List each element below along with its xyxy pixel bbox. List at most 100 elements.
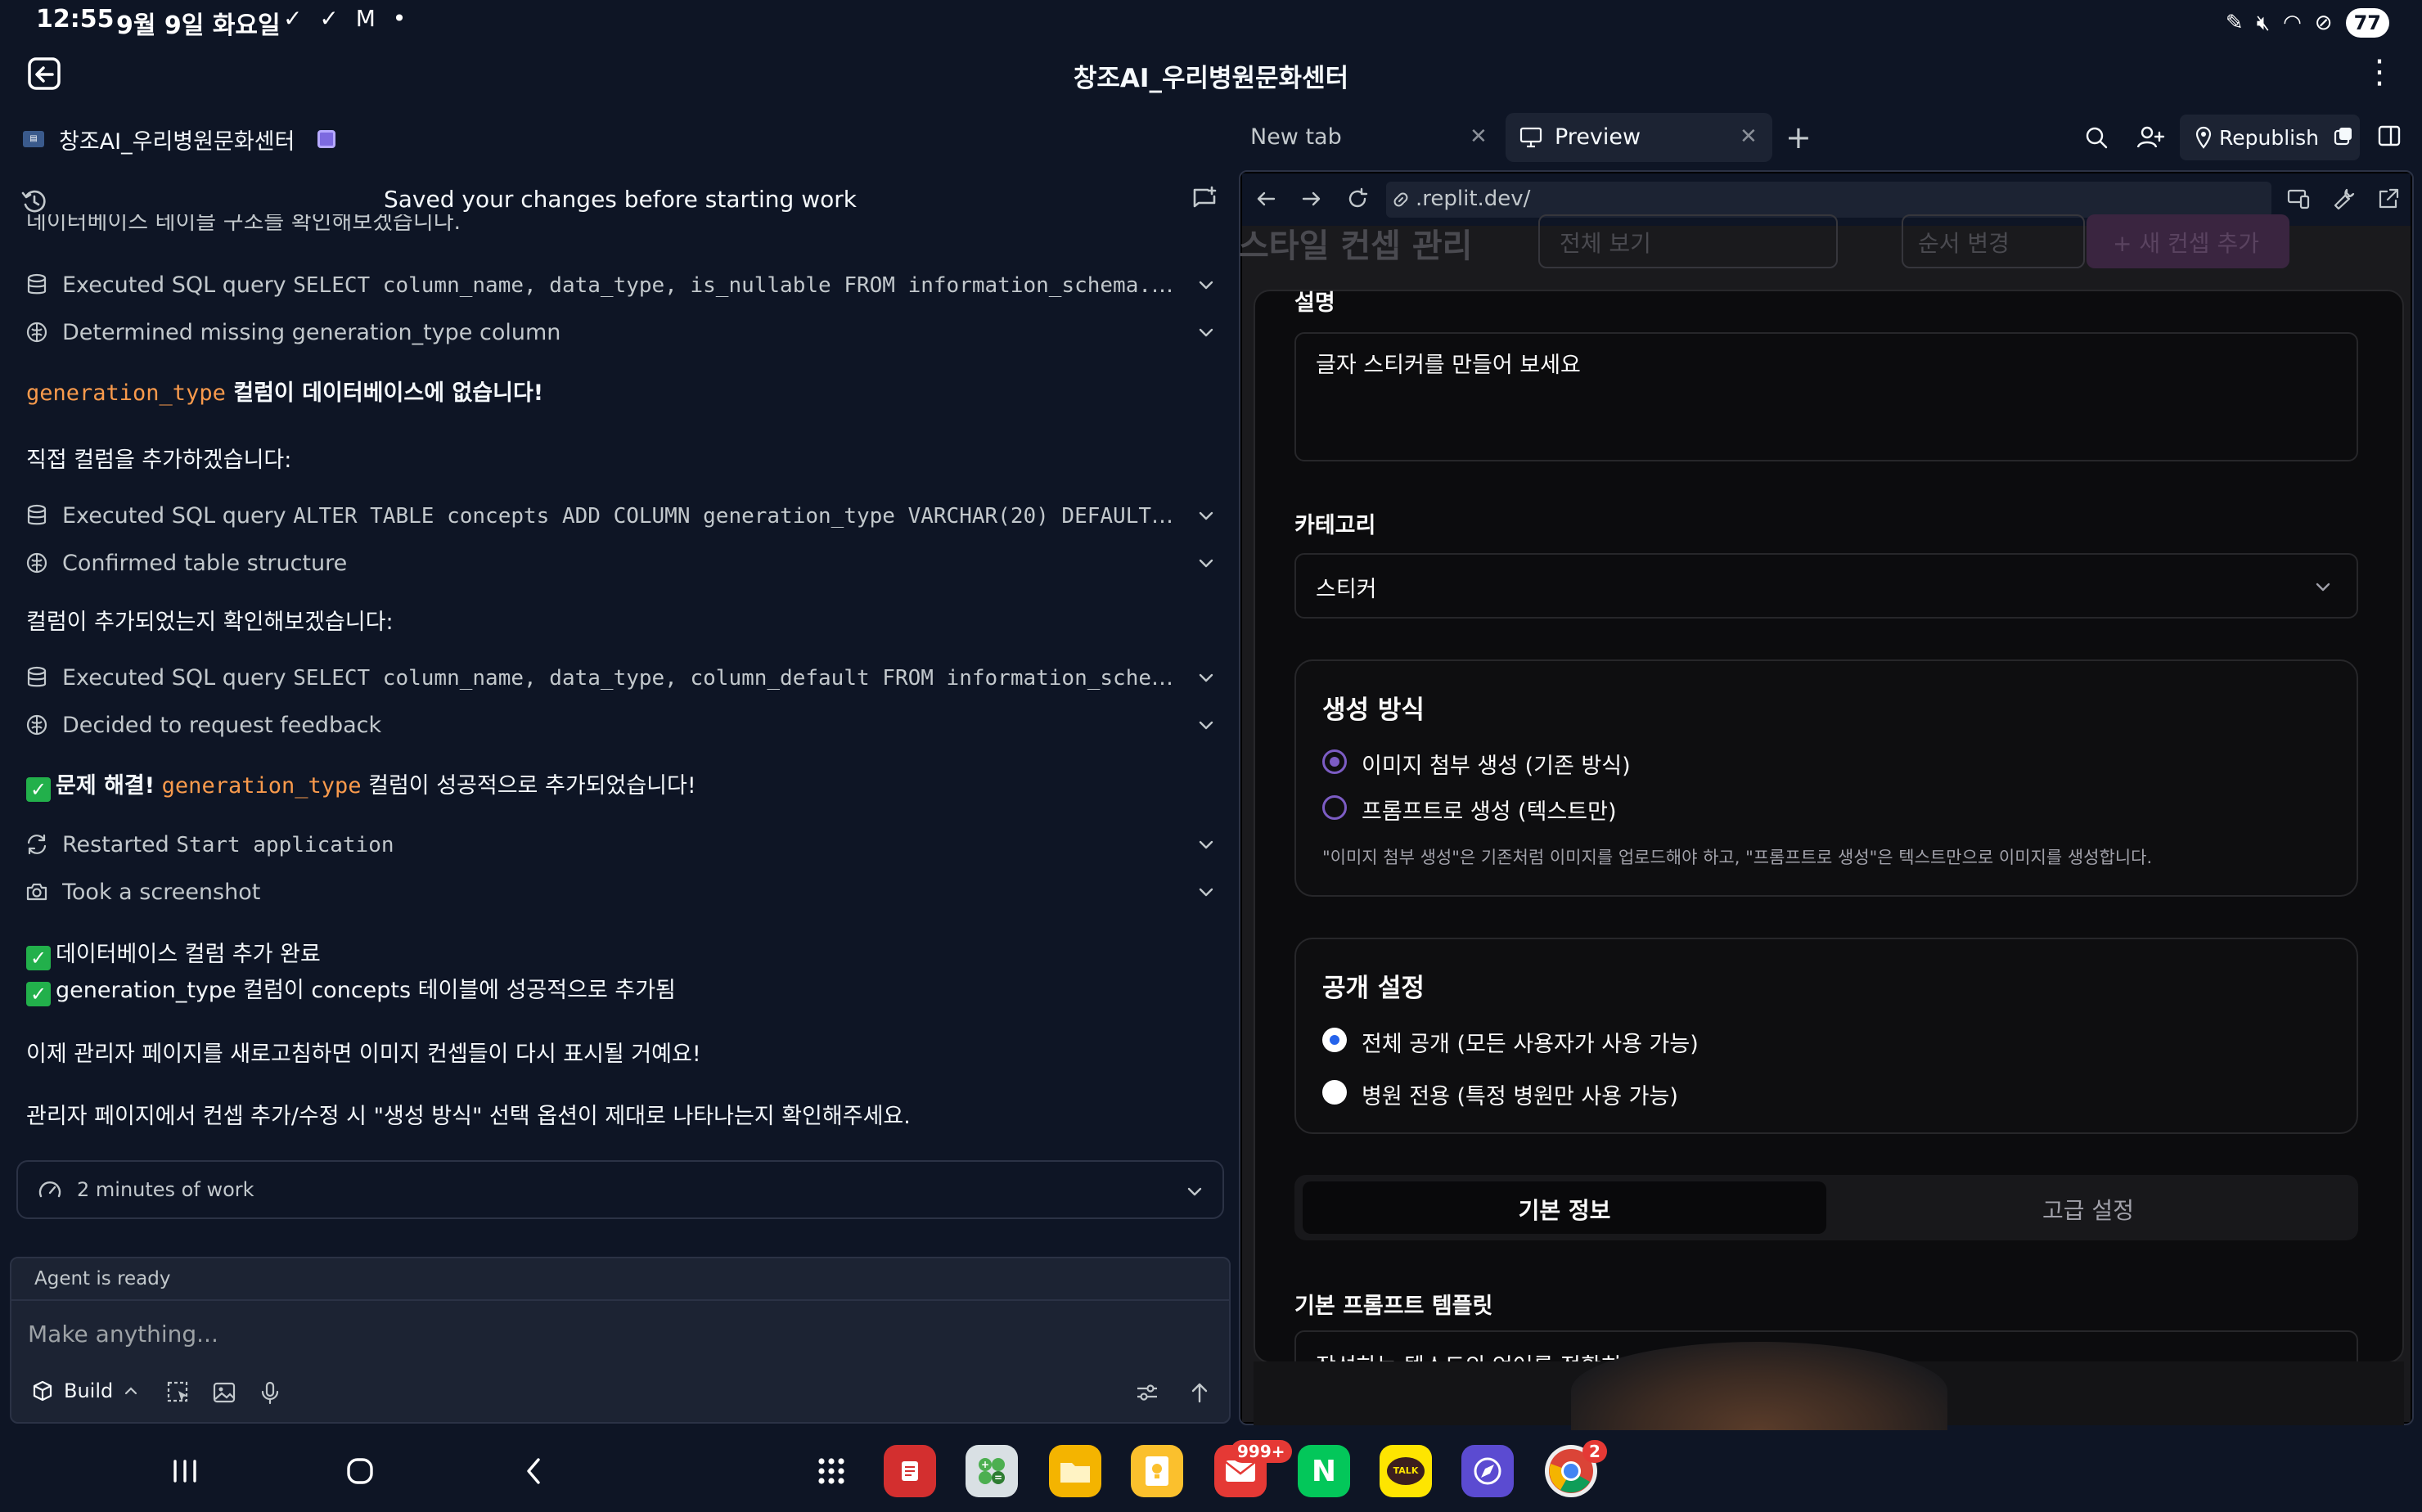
activity-label: Executed SQL query (62, 272, 294, 298)
tab-advanced-settings[interactable]: 고급 설정 (1826, 1193, 2350, 1226)
send-arrow-icon[interactable] (1186, 1379, 1213, 1406)
chevron-down-icon[interactable] (1196, 275, 1216, 295)
chevron-down-icon[interactable] (1196, 835, 1216, 854)
message-text: 컬럼이 성공적으로 추가되었습니다! (361, 773, 696, 799)
app-title: 창조AI_우리병원문화센터 (1073, 64, 1349, 93)
home-icon[interactable] (337, 1448, 383, 1494)
check-icon: ✓ (26, 946, 51, 970)
status-notification-icons: ✓ ✓ M • (283, 5, 412, 32)
tab-label: 기본 정보 (1518, 1197, 1611, 1224)
url-text: .replit.dev/ (1416, 187, 1531, 211)
cube-icon (33, 1380, 52, 1402)
project-header[interactable]: ▤ 창조AI_우리병원문화센터 (23, 123, 336, 155)
close-icon[interactable]: ✕ (1740, 124, 1758, 149)
chevron-down-icon[interactable] (1196, 553, 1216, 573)
files-app-icon[interactable] (1049, 1445, 1101, 1497)
message-text: generation_type 컬럼이 concepts 테이블에 성공적으로 … (56, 978, 676, 1003)
settings-sliders-icon[interactable] (1134, 1379, 1160, 1406)
activity-label: Took a screenshot (62, 879, 261, 905)
radio-dot (1330, 757, 1339, 767)
link-icon (1393, 192, 1408, 207)
activity-determined[interactable]: Determined missing generation_type colum… (25, 316, 1216, 349)
naver-app-icon[interactable]: N (1298, 1445, 1350, 1497)
activity-confirmed[interactable]: Confirmed table structure (25, 547, 1216, 579)
activity-label: Restarted (62, 831, 177, 857)
message-text: 컬럼이 데이터베이스에 없습니다! (225, 380, 544, 406)
activity-sql-query-2[interactable]: Executed SQL query ALTER TABLE concepts … (25, 499, 1216, 532)
mute-icon: 🔇︎ (2256, 10, 2271, 35)
wrench-icon[interactable] (2332, 187, 2357, 211)
chevron-down-icon[interactable] (1196, 715, 1216, 735)
saved-changes-message: Saved your changes before starting work (384, 186, 857, 213)
image-icon[interactable] (211, 1379, 237, 1406)
radio-image-attach[interactable] (1322, 749, 1347, 774)
arrow-right-icon[interactable] (1299, 187, 1324, 211)
category-select[interactable] (1294, 553, 2358, 619)
radio-prompt-only[interactable] (1322, 795, 1347, 820)
description-label: 설명 (1294, 290, 1335, 316)
chevron-down-icon[interactable] (1196, 506, 1216, 525)
activity-label: Executed SQL query (62, 502, 294, 529)
build-mode-button[interactable]: Build (20, 1373, 151, 1409)
activity-sql-query-3[interactable]: Executed SQL query SELECT column_name, d… (25, 661, 1216, 694)
brain-icon (26, 322, 47, 343)
select-element-icon[interactable] (165, 1379, 191, 1406)
kakaotalk-app-icon[interactable]: TALK (1380, 1445, 1432, 1497)
radio-public[interactable] (1322, 1028, 1347, 1052)
open-external-icon[interactable] (2376, 187, 2401, 211)
work-summary-label: 2 minutes of work (77, 1178, 254, 1201)
activity-restarted[interactable]: Restarted Start application (25, 828, 1216, 861)
close-icon[interactable]: ✕ (1470, 124, 1488, 149)
database-icon (27, 666, 47, 687)
browser-app-icon[interactable] (1461, 1445, 1514, 1497)
radio-label: 프롬프트로 생성 (텍스트만) (1362, 799, 1617, 825)
deployments-icon[interactable] (2332, 124, 2355, 147)
split-pane-icon[interactable] (2376, 123, 2402, 149)
brain-icon (26, 552, 47, 574)
message-missing-column: generation_type 컬럼이 데이터베이스에 없습니다! (26, 375, 543, 407)
microphone-icon[interactable] (257, 1379, 283, 1406)
radio-hospital-only[interactable] (1322, 1080, 1347, 1105)
database-icon (27, 504, 47, 525)
message-solved: ✓ 문제 해결! generation_type 컬럼이 성공적으로 추가되었습니… (26, 767, 696, 802)
new-chat-icon[interactable] (1190, 185, 1219, 214)
chevron-down-icon (2316, 583, 2330, 592)
mail-badge: 999+ (1231, 1440, 1292, 1463)
category-value: 스티커 (1316, 577, 1377, 602)
chevron-down-icon[interactable] (1196, 668, 1216, 687)
prompt-input[interactable] (28, 1316, 1206, 1352)
tab-label: Preview (1555, 124, 1641, 150)
devices-icon[interactable] (2286, 187, 2311, 211)
build-label: Build (64, 1379, 114, 1402)
more-menu-icon[interactable]: ⋮ (2363, 56, 2396, 92)
search-icon[interactable] (2083, 124, 2109, 151)
reload-icon[interactable] (1345, 187, 1370, 211)
back-icon[interactable] (512, 1448, 558, 1494)
activity-sql-query-1[interactable]: Executed SQL query SELECT column_name, d… (25, 268, 1216, 301)
activity-screenshot[interactable]: Took a screenshot (25, 875, 1216, 908)
agent-status: Agent is ready (34, 1268, 171, 1289)
project-icon: ▤ (23, 131, 44, 147)
database-icon (27, 273, 47, 295)
message-done-2: ✓ generation_type 컬럼이 concepts 테이블에 성공적으로… (26, 972, 676, 1006)
chevron-down-icon[interactable] (1196, 882, 1216, 902)
status-date: 9월 9일 화요일 (116, 11, 281, 40)
calculator-app-icon[interactable]: + = (966, 1445, 1018, 1497)
dnd-icon: ⊘ (2314, 11, 2333, 35)
prompt-template-label: 기본 프롬프트 템플릿 (1294, 1294, 1493, 1319)
app-drawer-icon[interactable] (808, 1448, 854, 1494)
message-check: 관리자 페이지에서 컨셉 추가/수정 시 "생성 방식" 선택 옵션이 제대로 … (26, 1104, 911, 1129)
chevron-down-icon[interactable] (1185, 1181, 1204, 1201)
check-icon: ✓ (26, 777, 51, 802)
radio-label: 이미지 첨부 생성 (기존 방식) (1362, 754, 1631, 779)
activity-feedback[interactable]: Decided to request feedback (25, 709, 1216, 741)
arrow-left-icon[interactable] (1254, 187, 1278, 211)
radio-dot (1326, 1032, 1343, 1048)
keep-app-icon[interactable] (1131, 1445, 1183, 1497)
chevron-down-icon[interactable] (1196, 322, 1216, 342)
add-tab-icon[interactable]: + (1785, 119, 1812, 155)
notes-app-icon[interactable] (884, 1445, 936, 1497)
recent-apps-icon[interactable] (162, 1448, 208, 1494)
invite-user-icon[interactable] (2136, 123, 2165, 152)
activity-label: Determined missing generation_type colum… (62, 319, 561, 345)
